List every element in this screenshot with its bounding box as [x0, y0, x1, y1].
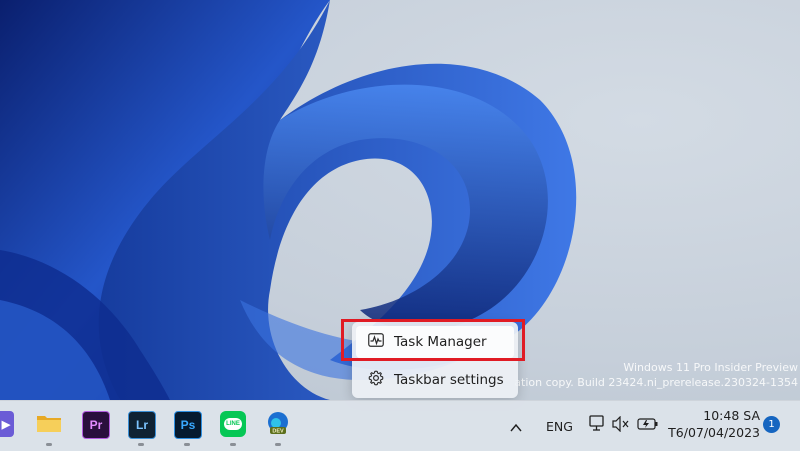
- taskbar-settings-label: Taskbar settings: [394, 372, 504, 388]
- premiere-label: Pr: [89, 418, 103, 432]
- taskbar-context-menu: Task Manager Taskbar settings: [352, 322, 518, 398]
- language-indicator[interactable]: ENG: [546, 419, 573, 434]
- running-indicator: [275, 443, 281, 446]
- system-clock[interactable]: 10:48 SA T6/07/04/2023: [668, 407, 760, 441]
- notification-badge[interactable]: 1: [763, 416, 780, 433]
- taskbar-app-lightroom[interactable]: Lr: [128, 411, 156, 439]
- svg-text:DEV: DEV: [272, 428, 284, 434]
- video-camera-icon: ▶: [1, 418, 11, 431]
- menu-item-taskbar-settings[interactable]: Taskbar settings: [356, 364, 514, 396]
- lightroom-label: Lr: [136, 418, 148, 432]
- running-indicator: [230, 443, 236, 446]
- folder-icon: [36, 412, 62, 437]
- photoshop-label: Ps: [180, 418, 196, 432]
- task-manager-label: Task Manager: [394, 334, 487, 350]
- activation-watermark: Windows 11 Pro Insider Preview ation cop…: [470, 360, 800, 390]
- edge-dev-icon: DEV: [265, 410, 291, 439]
- volume-muted-icon[interactable]: [612, 415, 630, 436]
- activity-monitor-icon: [368, 333, 384, 351]
- chevron-up-icon[interactable]: [510, 418, 522, 437]
- gear-icon: [368, 370, 384, 390]
- taskbar-app-line[interactable]: LINE: [220, 411, 246, 437]
- menu-item-task-manager[interactable]: Task Manager: [356, 326, 514, 358]
- running-indicator: [46, 443, 52, 446]
- battery-icon[interactable]: [637, 416, 659, 436]
- network-icon[interactable]: [588, 414, 606, 438]
- taskbar-app-photoshop[interactable]: Ps: [174, 411, 202, 439]
- taskbar-app-video-call[interactable]: ▶: [0, 411, 14, 437]
- taskbar-app-file-explorer[interactable]: [36, 411, 62, 437]
- taskbar-app-premiere[interactable]: Pr: [82, 411, 110, 439]
- taskbar-app-edge-dev[interactable]: DEV: [265, 411, 291, 437]
- line-chat-icon: LINE: [224, 418, 242, 430]
- running-indicator: [184, 443, 190, 446]
- clock-date: T6/07/04/2023: [668, 425, 760, 440]
- clock-time: 10:48 SA: [703, 408, 760, 423]
- watermark-line-2: ation copy. Build 23424.ni_prerelease.23…: [514, 376, 798, 389]
- running-indicator: [138, 443, 144, 446]
- watermark-line-1: Windows 11 Pro Insider Preview: [623, 361, 798, 374]
